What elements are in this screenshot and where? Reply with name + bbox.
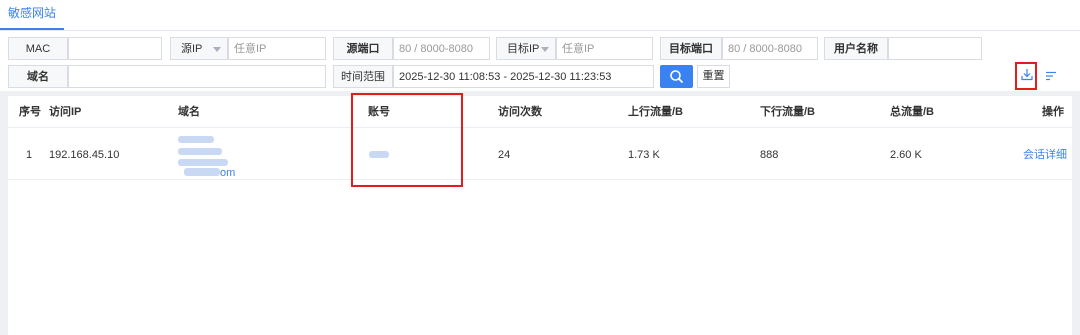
row-upload: 1.73 K [628,149,660,161]
column-header-download: 下行流量/B [760,106,815,118]
download-button[interactable] [1021,68,1033,84]
search-button[interactable] [660,65,693,88]
account-highlight-box [351,93,463,187]
row-download: 888 [760,149,779,161]
row-ip: 192.168.45.10 [49,149,120,161]
redacted-text [178,136,214,143]
username-label: 用户名称 [824,37,888,60]
search-icon [670,70,683,83]
time-range-label: 时间范围 [333,65,393,88]
column-header-total: 总流量/B [890,106,934,118]
chevron-down-icon [213,47,221,52]
username-input[interactable] [888,37,982,60]
column-header-visits: 访问次数 [498,106,542,118]
src-ip-select-label: 源IP [181,43,203,55]
mac-input[interactable] [68,37,162,60]
dst-ip-input[interactable]: 任意IP [556,37,653,60]
row-index: 1 [26,149,33,161]
session-details-link[interactable]: 会话详细 [1023,148,1067,162]
column-header-index: 序号 [19,106,41,118]
reset-button[interactable]: 重置 [697,65,730,88]
src-ip-input[interactable]: 任意IP [228,37,326,60]
column-header-upload: 上行流量/B [628,106,683,118]
tab-bar: 敏感网站 [0,0,1080,31]
column-header-domain: 域名 [178,106,200,118]
redacted-text [178,159,228,166]
row-visits: 24 [498,149,511,161]
header-divider [8,127,1072,128]
redacted-text [178,148,222,155]
row-domain-suffix[interactable]: om [220,166,235,180]
active-tab-indicator [0,28,64,30]
domain-input[interactable] [68,65,326,88]
column-header-ip: 访问IP [49,106,82,118]
sort-button[interactable] [1045,70,1057,84]
time-range-input[interactable]: 2025-12-30 11:08:53 - 2025-12-30 11:23:5… [393,65,654,88]
download-icon [1021,69,1033,81]
row-divider [8,179,1072,180]
dst-port-label: 目标端口 [660,37,722,60]
tab-label: 敏感网站 [7,6,56,20]
mac-label: MAC [8,37,68,60]
src-ip-select[interactable]: 源IP [170,37,228,60]
sort-icon [1046,71,1056,81]
column-header-action: 操作 [1042,106,1064,118]
dst-ip-select[interactable]: 目标IP [496,37,556,60]
dst-port-input[interactable]: 80 / 8000-8080 [722,37,818,60]
redacted-text [184,168,220,176]
src-port-label: 源端口 [333,37,393,60]
tab-sensitive-sites[interactable]: 敏感网站 [0,0,64,30]
domain-label: 域名 [8,65,68,88]
results-table: 序号 访问IP 域名 账号 访问次数 上行流量/B 下行流量/B 总流量/B 操… [8,96,1072,335]
row-total: 2.60 K [890,149,922,161]
chevron-down-icon [541,47,549,52]
dst-ip-select-label: 目标IP [507,43,540,55]
src-port-input[interactable]: 80 / 8000-8080 [393,37,490,60]
